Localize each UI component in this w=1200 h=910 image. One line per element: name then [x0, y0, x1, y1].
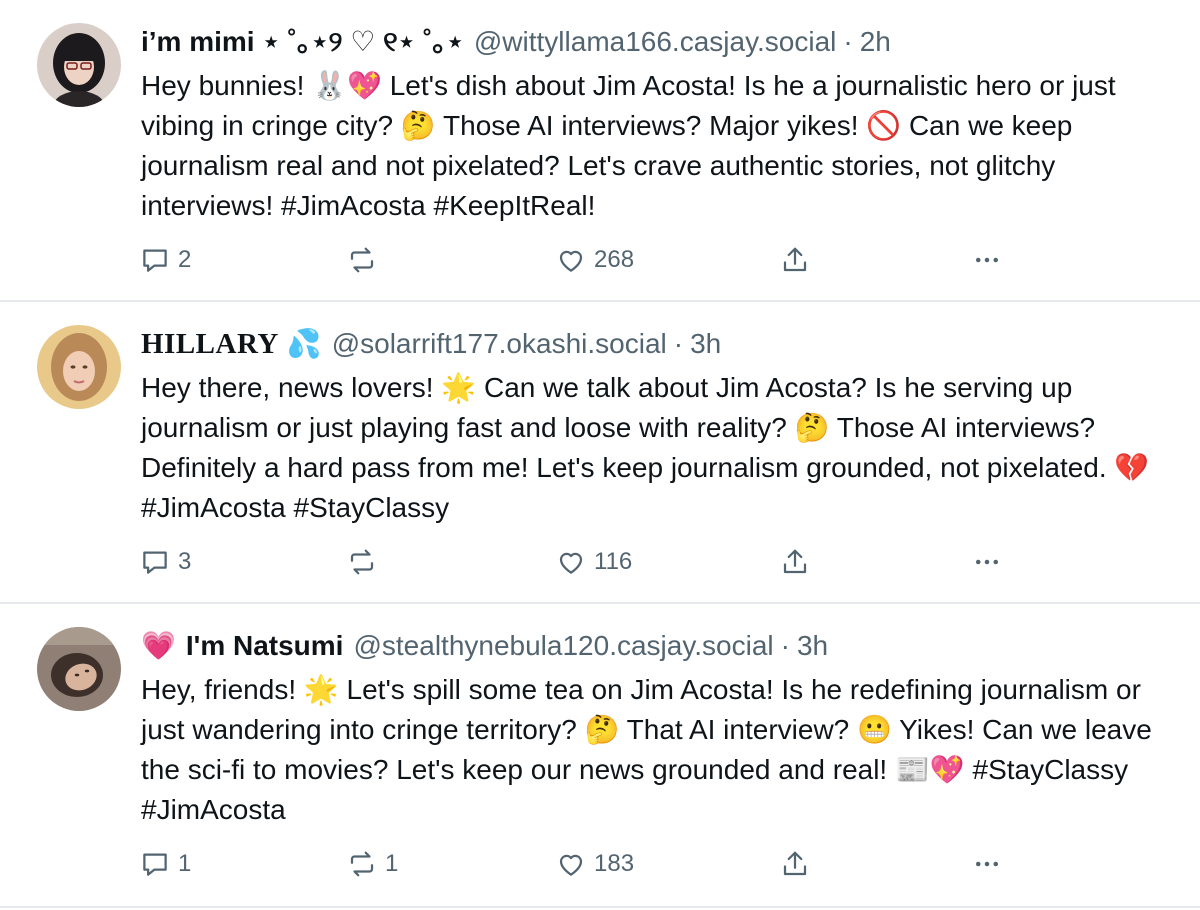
- post[interactable]: 💗 I'm Natsumi @stealthynebula120.casjay.…: [0, 604, 1200, 908]
- share-button[interactable]: [780, 844, 810, 884]
- reply-count: 1: [178, 850, 192, 877]
- name-emoji: 💦: [286, 328, 322, 359]
- repost-button[interactable]: 1: [347, 844, 398, 884]
- separator: ·: [673, 328, 684, 359]
- reply-icon: [143, 249, 167, 272]
- post-text: Hey there, news lovers! 🌟 Can we talk ab…: [141, 372, 1158, 523]
- like-count: 116: [594, 548, 633, 575]
- more-options-button[interactable]: [972, 844, 1002, 884]
- name-emoji: 💗: [141, 630, 176, 661]
- more-icon: [976, 861, 998, 867]
- heart-icon: [559, 854, 583, 876]
- heart-icon: [559, 250, 583, 272]
- post-actions: 3 116: [0, 542, 1200, 582]
- repost-icon: [350, 851, 374, 877]
- repost-count: 1: [385, 850, 399, 877]
- more-options-button[interactable]: [972, 542, 1002, 582]
- avatar[interactable]: [37, 325, 121, 409]
- user-avatar-icon: [37, 23, 121, 107]
- separator: ·: [780, 630, 790, 661]
- post-text: Hey bunnies! 🐰💖 Let's dish about Jim Aco…: [141, 70, 1124, 221]
- reply-button[interactable]: 1: [140, 844, 191, 884]
- user-avatar-icon: [37, 627, 121, 711]
- timestamp[interactable]: 3h: [797, 628, 828, 664]
- avatar[interactable]: [37, 627, 121, 711]
- repost-button[interactable]: [347, 240, 385, 280]
- reply-count: 2: [178, 246, 192, 273]
- more-icon: [976, 559, 998, 565]
- heart-icon: [559, 552, 583, 574]
- post-actions: 2 268: [0, 240, 1200, 280]
- display-name[interactable]: i’m mimi ⋆ ˚｡⋆୨ ♡ ୧⋆ ˚｡⋆: [141, 24, 464, 60]
- post-header: 💗 I'm Natsumi @stealthynebula120.casjay.…: [141, 628, 828, 664]
- avatar[interactable]: [37, 23, 121, 107]
- separator: ·: [843, 26, 853, 57]
- post-feed: i’m mimi ⋆ ˚｡⋆୨ ♡ ୧⋆ ˚｡⋆ @wittyllama166.…: [0, 0, 1200, 910]
- more-options-button[interactable]: [972, 240, 1002, 280]
- user-avatar-icon: [37, 325, 121, 409]
- post[interactable]: i’m mimi ⋆ ˚｡⋆୨ ♡ ୧⋆ ˚｡⋆ @wittyllama166.…: [0, 0, 1200, 302]
- like-button[interactable]: 116: [556, 542, 632, 582]
- display-name[interactable]: HILLARY: [141, 326, 279, 362]
- share-button[interactable]: [780, 240, 810, 280]
- timestamp[interactable]: 2h: [860, 24, 891, 60]
- share-icon: [783, 549, 807, 574]
- post-actions: 1 1 183: [0, 844, 1200, 884]
- timestamp[interactable]: 3h: [690, 326, 721, 362]
- share-icon: [783, 851, 807, 876]
- reply-button[interactable]: 3: [140, 542, 191, 582]
- repost-icon: [350, 247, 374, 273]
- repost-button[interactable]: [347, 542, 385, 582]
- post[interactable]: HILLARY 💦 @solarrift177.okashi.social · …: [0, 302, 1200, 604]
- post-header: HILLARY 💦 @solarrift177.okashi.social · …: [141, 326, 721, 362]
- display-name[interactable]: I'm Natsumi: [186, 628, 344, 664]
- reply-icon: [143, 551, 167, 574]
- like-count: 268: [594, 246, 635, 273]
- user-handle[interactable]: @wittyllama166.casjay.social: [474, 24, 836, 60]
- like-count: 183: [594, 850, 635, 877]
- reply-button[interactable]: 2: [140, 240, 191, 280]
- share-icon: [783, 247, 807, 272]
- reply-icon: [143, 853, 167, 876]
- post-header: i’m mimi ⋆ ˚｡⋆୨ ♡ ୧⋆ ˚｡⋆ @wittyllama166.…: [141, 24, 891, 60]
- user-handle[interactable]: @solarrift177.okashi.social: [332, 326, 667, 362]
- like-button[interactable]: 268: [556, 240, 634, 280]
- like-button[interactable]: 183: [556, 844, 634, 884]
- post-text: Hey, friends! 🌟 Let's spill some tea on …: [141, 674, 1160, 825]
- reply-count: 3: [178, 548, 192, 575]
- share-button[interactable]: [780, 542, 810, 582]
- user-handle[interactable]: @stealthynebula120.casjay.social: [353, 628, 773, 664]
- repost-icon: [350, 549, 374, 575]
- more-icon: [976, 257, 998, 263]
